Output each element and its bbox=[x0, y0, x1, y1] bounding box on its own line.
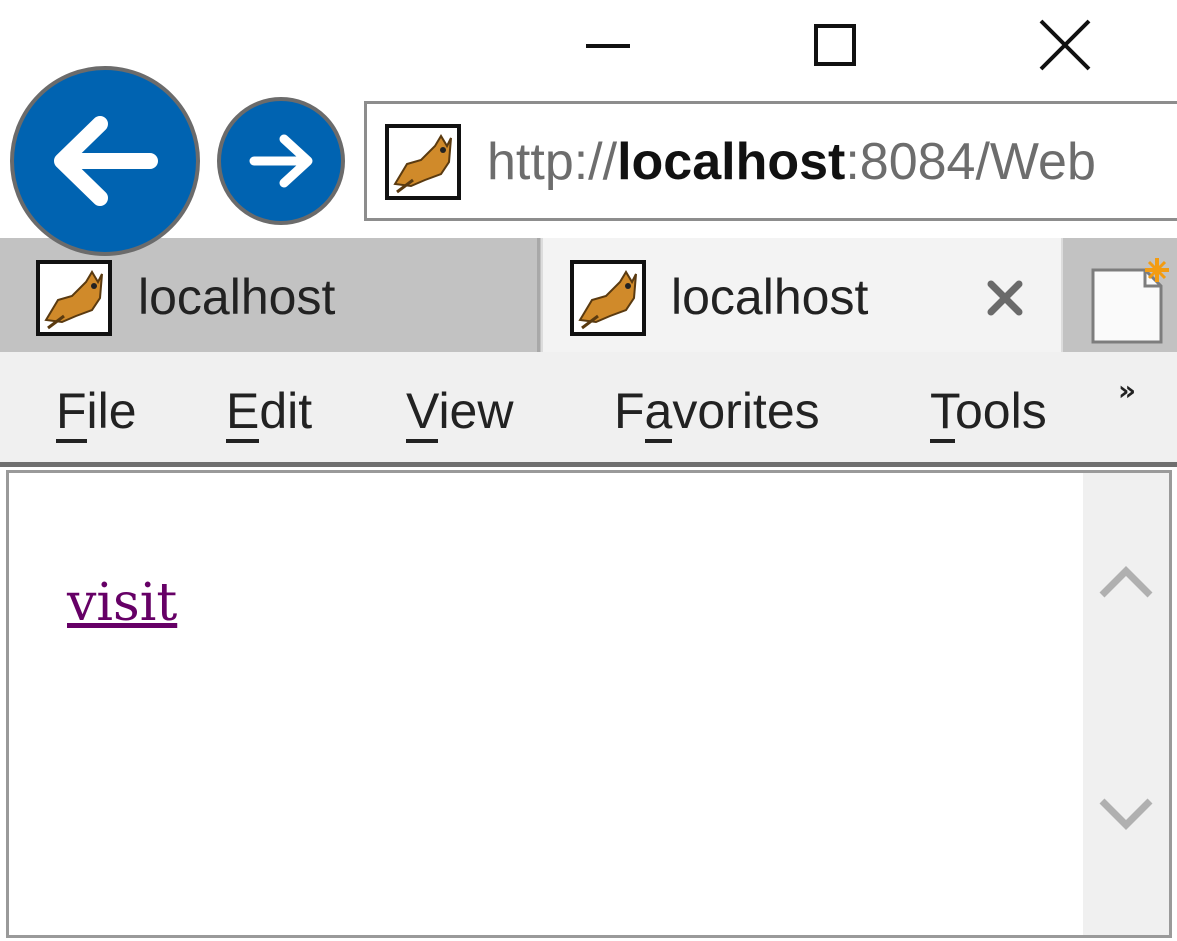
new-tab-icon[interactable] bbox=[1087, 256, 1177, 344]
tab-title: localhost bbox=[138, 269, 336, 325]
maximize-button[interactable] bbox=[775, 0, 895, 90]
menu-tools[interactable]: Tools bbox=[930, 382, 1047, 443]
tomcat-icon bbox=[570, 260, 646, 336]
menu-overflow-chevron[interactable]: » bbox=[1118, 374, 1136, 407]
arrow-right-icon bbox=[249, 134, 313, 188]
address-bar[interactable]: http://localhost:8084/Web bbox=[364, 101, 1177, 221]
menu-bar: File Edit View Favorites Tools » bbox=[0, 352, 1177, 464]
tab-title: localhost bbox=[671, 269, 869, 325]
menu-file[interactable]: File bbox=[56, 382, 137, 443]
back-button[interactable] bbox=[10, 66, 200, 256]
tab-close-icon[interactable] bbox=[983, 276, 1027, 320]
minimize-icon bbox=[586, 44, 630, 48]
title-bar bbox=[0, 0, 1177, 100]
chevron-down-icon bbox=[1099, 798, 1153, 830]
maximize-icon bbox=[814, 24, 856, 66]
visit-link[interactable]: visit bbox=[67, 573, 177, 633]
scroll-up-button[interactable] bbox=[1083, 561, 1169, 621]
menu-view[interactable]: View bbox=[406, 382, 513, 443]
address-url[interactable]: http://localhost:8084/Web bbox=[487, 132, 1096, 192]
minimize-button[interactable] bbox=[548, 0, 668, 90]
tomcat-icon bbox=[36, 260, 112, 336]
tomcat-icon bbox=[385, 124, 461, 200]
tab-localhost-2[interactable]: localhost bbox=[541, 238, 1063, 352]
forward-button[interactable] bbox=[217, 97, 345, 225]
arrow-left-icon bbox=[54, 116, 158, 206]
scroll-down-button[interactable] bbox=[1083, 795, 1169, 855]
menu-separator bbox=[0, 462, 1177, 467]
vertical-scrollbar[interactable] bbox=[1083, 473, 1169, 935]
menu-edit[interactable]: Edit bbox=[226, 382, 312, 443]
close-window-button[interactable] bbox=[1005, 0, 1125, 90]
menu-favorites[interactable]: Favorites bbox=[614, 382, 820, 443]
tab-strip: localhost localhost bbox=[0, 238, 1177, 352]
chevron-up-icon bbox=[1099, 566, 1153, 598]
tab-localhost-1[interactable]: localhost bbox=[0, 238, 540, 352]
close-icon bbox=[1039, 19, 1091, 71]
page-content: visit bbox=[6, 470, 1172, 938]
